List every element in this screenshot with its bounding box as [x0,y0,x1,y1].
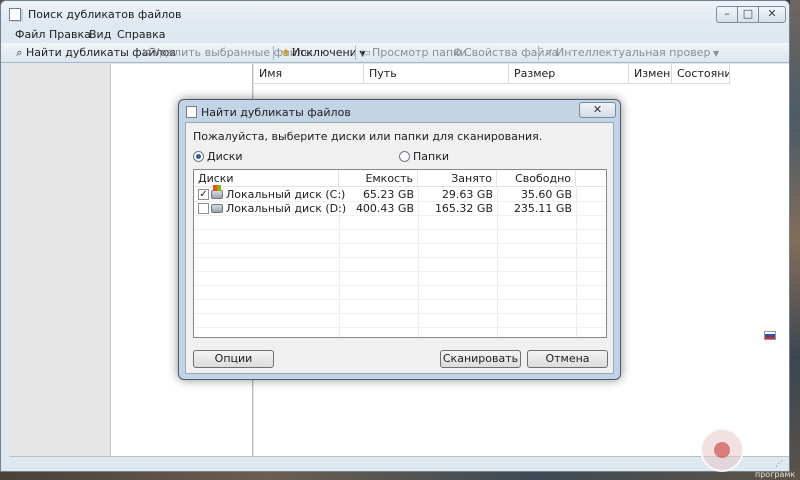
scan-button[interactable]: Сканировать [440,350,521,368]
dialog-body: Пожалуйста, выберите диски или папки для… [185,122,614,374]
drive-capacity: 65.23 GB [362,188,414,201]
menu-file[interactable]: Файл [15,28,45,41]
menu-bar: Файл Правка Вид Справка [1,27,789,43]
toolbar-separator [273,46,274,60]
language-flag-icon [764,331,776,340]
drive-free: 235.11 GB [513,202,572,215]
maximize-button[interactable]: □ [737,6,759,23]
grid-line [194,229,606,230]
watermark-text: програмк [755,470,796,479]
radio-disks-indicator [193,151,204,162]
minimize-button[interactable]: – [716,6,738,23]
radio-folders-label: Папки [413,150,449,163]
app-icon [9,8,21,21]
smart-check-button[interactable]: ✓ Интеллектуальная провер ▼ [543,45,719,61]
exclusions-label: Исключени [292,46,357,59]
drive-name: Локальный диск (C:) [226,188,346,201]
search-icon: ⌕ [16,46,23,59]
grid-line [194,243,606,244]
radio-disks[interactable]: Диски [193,150,243,164]
properties-icon: ⚙ [452,46,463,59]
grid-line [194,257,606,258]
window-title: Поиск дубликатов файлов [28,8,182,21]
drive-checkbox[interactable]: ✓ [198,189,209,200]
options-button[interactable]: Опции [193,350,274,368]
folder-star-icon: ★ [280,46,291,59]
column-header-name[interactable]: Имя [254,64,364,84]
drives-column-free[interactable]: Свободно [497,170,576,187]
radio-disks-label: Диски [207,150,243,163]
drives-column-filler [576,170,606,187]
column-header-modified[interactable]: Изменен [629,64,672,84]
exclusions-button[interactable]: ★ Исключени ▼ [279,45,366,61]
grid-line [194,271,606,272]
desktop-background-right [790,0,800,480]
watermark-logo [700,428,744,472]
smart-check-label: Интеллектуальная провер [556,46,711,59]
column-header-status[interactable]: Состояни [672,64,730,84]
system-drive-icon [211,185,223,199]
folder-tree-pane[interactable] [9,64,111,456]
drives-column-used[interactable]: Занято [418,170,497,187]
folder-view-icon: ▭ [360,46,371,59]
grid-line [194,299,606,300]
menu-help[interactable]: Справка [117,28,165,41]
menu-edit[interactable]: Правка [49,28,91,41]
dialog-prompt: Пожалуйста, выберите диски или папки для… [193,130,543,143]
drive-row[interactable]: Локальный диск (D:) 400.43 GB 165.32 GB … [194,202,606,216]
drive-used: 165.32 GB [434,202,493,215]
title-bar[interactable]: Поиск дубликатов файлов – □ ✕ [1,1,789,27]
menu-view[interactable]: Вид [89,28,111,41]
radio-folders[interactable]: Папки [399,150,449,164]
drive-checkbox[interactable] [198,203,209,214]
checkmark-icon: ✓ [544,46,555,59]
column-header-size[interactable]: Размер [509,64,629,84]
toolbar: ⌕ Найти дубликаты файлов ✕ Удалить выбранн… [1,43,789,63]
find-duplicates-dialog: Найти дубликаты файлов ✕ Пожалуйста, выб… [178,99,621,380]
grid-line [194,327,606,328]
cancel-button[interactable]: Отмена [527,350,608,368]
dialog-title: Найти дубликаты файлов [201,106,351,119]
chevron-down-icon: ▼ [710,49,720,58]
drive-capacity: 400.43 GB [355,202,414,215]
toolbar-separator [538,46,539,60]
drive-row[interactable]: ✓ Локальный диск (C:) 65.23 GB 29.63 GB … [194,185,606,202]
status-bar [9,456,789,471]
close-button[interactable]: ✕ [758,6,786,23]
dialog-close-button[interactable]: ✕ [579,102,616,118]
column-header-path[interactable]: Путь [364,64,509,84]
drive-used: 29.63 GB [441,188,493,201]
x-icon: ✕ [141,46,152,59]
dialog-app-icon [186,106,197,118]
radio-folders-indicator [399,151,410,162]
drives-column-capacity[interactable]: Емкость [339,170,418,187]
drive-icon [211,204,223,213]
grid-line [194,285,606,286]
drive-free: 35.60 GB [520,188,572,201]
drives-list[interactable]: Диски Емкость Занято Свободно ✓ Локальны… [193,169,607,338]
toolbar-separator [355,46,356,60]
resize-grip[interactable]: ⋰ [775,459,783,468]
grid-line [194,313,606,314]
drive-name: Локальный диск (D:) [226,202,347,215]
